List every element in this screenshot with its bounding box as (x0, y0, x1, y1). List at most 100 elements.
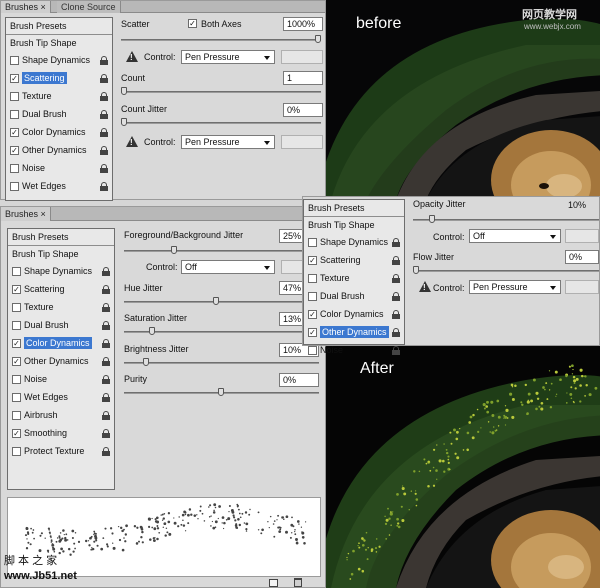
opacity-jitter-thumb[interactable] (429, 215, 435, 223)
option-checkbox[interactable] (308, 292, 317, 301)
option-shape-dynamics[interactable]: Shape Dynamics (304, 234, 404, 252)
option-checkbox[interactable] (12, 375, 21, 384)
lock-icon[interactable] (392, 310, 400, 319)
lock-icon[interactable] (100, 146, 108, 155)
control-select[interactable]: Off (181, 260, 275, 274)
lock-icon[interactable] (100, 164, 108, 173)
option-checkbox[interactable]: ✓ (12, 357, 21, 366)
option-checkbox[interactable]: ✓ (12, 339, 21, 348)
lock-icon[interactable] (102, 375, 110, 384)
count-jitter-slider[interactable] (121, 118, 321, 126)
lock-icon[interactable] (100, 74, 108, 83)
option-checkbox[interactable] (10, 182, 19, 191)
flow-jitter-slider[interactable] (413, 266, 599, 274)
count-slider[interactable] (121, 87, 321, 95)
tab-brushes[interactable]: Brushes × (1, 1, 51, 13)
lock-icon[interactable] (392, 256, 400, 265)
lock-icon[interactable] (392, 328, 400, 337)
hue-jitter-thumb[interactable] (212, 297, 219, 305)
both-axes-checkbox[interactable]: ✓ (188, 19, 197, 28)
option-checkbox[interactable]: ✓ (12, 429, 21, 438)
option-texture[interactable]: Texture (8, 299, 114, 317)
option-dual-brush[interactable]: Dual Brush (8, 317, 114, 335)
new-preset-icon[interactable] (269, 579, 278, 587)
option-other-dynamics[interactable]: ✓ Other Dynamics (304, 324, 404, 342)
scatter-slider-thumb[interactable] (315, 35, 321, 43)
option-scattering[interactable]: ✓ Scattering (6, 70, 112, 88)
brush-presets-item[interactable]: Brush Presets (6, 18, 112, 35)
option-wet-edges[interactable]: Wet Edges (8, 389, 114, 407)
option-noise[interactable]: Noise (6, 160, 112, 178)
tab-clone-source[interactable]: Clone Source (57, 1, 121, 13)
brush-presets-item[interactable]: Brush Presets (304, 200, 404, 217)
control-select[interactable]: Pen Pressure (181, 50, 275, 64)
count-slider-thumb[interactable] (121, 87, 127, 95)
option-texture[interactable]: Texture (304, 270, 404, 288)
tab-brushes[interactable]: Brushes × (1, 207, 51, 221)
option-color-dynamics[interactable]: ✓ Color Dynamics (304, 306, 404, 324)
lock-icon[interactable] (102, 267, 110, 276)
count-jitter-value-field[interactable]: 0% (283, 103, 323, 117)
option-checkbox[interactable]: ✓ (12, 285, 21, 294)
option-texture[interactable]: Texture (6, 88, 112, 106)
scatter-slider[interactable] (121, 35, 321, 43)
option-checkbox[interactable]: ✓ (10, 74, 19, 83)
option-color-dynamics[interactable]: ✓ Color Dynamics (8, 335, 114, 353)
option-checkbox[interactable]: ✓ (308, 256, 317, 265)
option-checkbox[interactable]: ✓ (308, 310, 317, 319)
lock-icon[interactable] (102, 357, 110, 366)
lock-icon[interactable] (102, 285, 110, 294)
saturation-jitter-thumb[interactable] (148, 327, 155, 335)
control-select-2[interactable]: Pen Pressure (469, 280, 561, 294)
option-other-dynamics[interactable]: ✓ Other Dynamics (6, 142, 112, 160)
option-checkbox[interactable] (308, 274, 317, 283)
option-scattering[interactable]: ✓ Scattering (304, 252, 404, 270)
option-smoothing[interactable]: ✓ Smoothing (8, 425, 114, 443)
flow-jitter-thumb[interactable] (413, 266, 419, 274)
lock-icon[interactable] (102, 411, 110, 420)
purity-thumb[interactable] (218, 388, 224, 396)
brush-tip-shape-item[interactable]: Brush Tip Shape (6, 35, 112, 52)
option-scattering[interactable]: ✓ Scattering (8, 281, 114, 299)
option-checkbox[interactable] (10, 110, 19, 119)
option-checkbox[interactable] (12, 303, 21, 312)
lock-icon[interactable] (102, 303, 110, 312)
option-wet-edges[interactable]: Wet Edges (6, 178, 112, 196)
option-checkbox[interactable] (12, 267, 21, 276)
brightness-jitter-thumb[interactable] (142, 358, 149, 366)
lock-icon[interactable] (100, 128, 108, 137)
option-checkbox[interactable]: ✓ (10, 128, 19, 137)
option-checkbox[interactable] (10, 92, 19, 101)
control-select-2[interactable]: Pen Pressure (181, 135, 275, 149)
lock-icon[interactable] (100, 56, 108, 65)
flow-jitter-field[interactable]: 0% (565, 250, 599, 264)
scatter-value-field[interactable]: 1000% (283, 17, 323, 31)
trash-icon[interactable] (294, 578, 302, 587)
option-noise[interactable]: Noise (304, 342, 404, 360)
option-protect-texture[interactable]: Protect Texture (8, 443, 114, 461)
lock-icon[interactable] (100, 110, 108, 119)
opacity-jitter-value[interactable]: 10% (568, 200, 586, 210)
option-checkbox[interactable]: ✓ (10, 146, 19, 155)
opacity-jitter-slider[interactable] (413, 215, 599, 223)
lock-icon[interactable] (102, 339, 110, 348)
option-color-dynamics[interactable]: ✓ Color Dynamics (6, 124, 112, 142)
lock-icon[interactable] (102, 321, 110, 330)
purity-field[interactable]: 0% (279, 373, 319, 387)
saturation-jitter-slider[interactable] (124, 327, 319, 335)
control-select[interactable]: Off (469, 229, 561, 243)
option-checkbox[interactable] (308, 238, 317, 247)
lock-icon[interactable] (392, 346, 400, 355)
brightness-jitter-slider[interactable] (124, 358, 319, 366)
lock-icon[interactable] (100, 182, 108, 191)
option-dual-brush[interactable]: Dual Brush (304, 288, 404, 306)
lock-icon[interactable] (102, 393, 110, 402)
count-jitter-slider-thumb[interactable] (121, 118, 127, 126)
lock-icon[interactable] (100, 92, 108, 101)
option-noise[interactable]: Noise (8, 371, 114, 389)
lock-icon[interactable] (392, 238, 400, 247)
purity-slider[interactable] (124, 388, 319, 396)
lock-icon[interactable] (102, 447, 110, 456)
option-checkbox[interactable] (10, 56, 19, 65)
fg-bg-jitter-thumb[interactable] (171, 246, 178, 254)
